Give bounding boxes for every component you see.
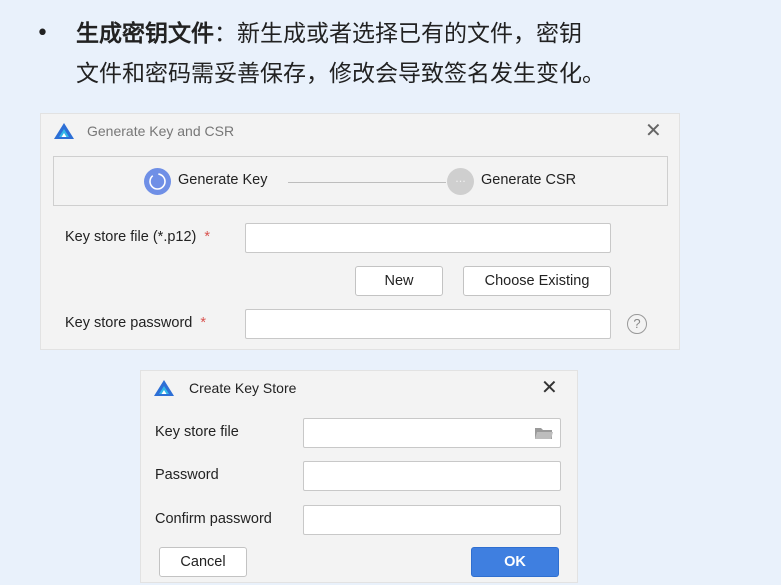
step-active-icon [144, 168, 171, 195]
dialog-title-bar: Create Key Store ✕ [141, 371, 577, 405]
dialog-title-bar: Generate Key and CSR ✕ [41, 114, 679, 148]
key-store-file-label: Key store file [155, 424, 239, 440]
dialog-title: Create Key Store [189, 380, 297, 396]
key-store-file-label: Key store file (*.p12) * [65, 229, 210, 245]
new-button[interactable]: New [355, 266, 443, 296]
step-connector [288, 182, 446, 183]
ok-button[interactable]: OK [471, 547, 559, 577]
step-generate-key: Generate Key [178, 172, 268, 188]
key-store-password-label: Key store password * [65, 315, 206, 331]
cancel-button[interactable]: Cancel [159, 547, 247, 577]
step-pending-icon: ··· [447, 168, 474, 195]
choose-existing-button[interactable]: Choose Existing [463, 266, 611, 296]
bullet: • [36, 21, 49, 46]
close-icon[interactable]: ✕ [541, 377, 558, 397]
confirm-password-input[interactable] [303, 505, 561, 535]
key-store-file-input[interactable] [245, 223, 611, 253]
slide-line-1: • 生成密钥文件：新生成或者选择已有的文件，密钥 [36, 14, 756, 54]
key-store-password-input[interactable] [245, 309, 611, 339]
generate-key-csr-dialog: Generate Key and CSR ✕ Generate Key ··· … [40, 113, 680, 350]
slide-line-2: 文件和密码需妥善保存，修改会导致签名发生变化。 [76, 61, 605, 87]
app-logo-icon [54, 123, 74, 139]
stepper: Generate Key ··· Generate CSR [53, 156, 668, 206]
required-mark: * [200, 315, 206, 331]
close-icon[interactable]: ✕ [645, 120, 662, 140]
step-generate-csr: Generate CSR [481, 172, 577, 188]
dialog-title: Generate Key and CSR [87, 123, 235, 139]
bold-term: 生成密钥文件 [76, 21, 214, 47]
create-key-store-dialog: Create Key Store ✕ Key store file Passwo… [140, 370, 578, 583]
slide-text: • 生成密钥文件：新生成或者选择已有的文件，密钥 文件和密码需妥善保存，修改会导… [36, 14, 756, 94]
key-store-file-label-text: Key store file (*.p12) [65, 229, 197, 245]
password-input[interactable] [303, 461, 561, 491]
key-store-password-label-text: Key store password [65, 315, 193, 331]
app-logo-icon [154, 380, 174, 396]
password-label: Password [155, 467, 219, 483]
help-icon[interactable]: ? [627, 314, 647, 334]
required-mark: * [204, 229, 211, 245]
confirm-password-label: Confirm password [155, 511, 272, 527]
line1-text: ：新生成或者选择已有的文件，密钥 [214, 21, 582, 47]
folder-icon[interactable] [534, 425, 554, 441]
key-store-file-input[interactable] [303, 418, 561, 448]
